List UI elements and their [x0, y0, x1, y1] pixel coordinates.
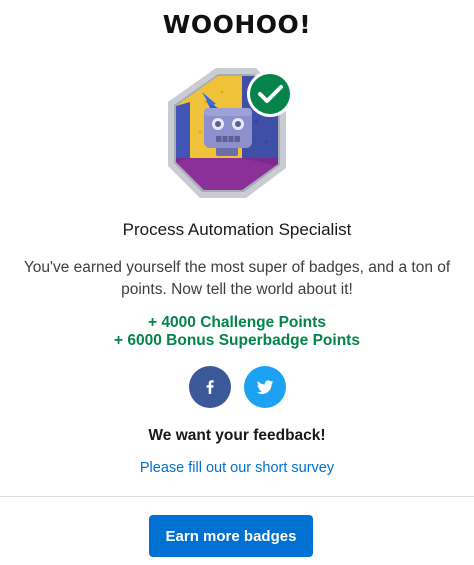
bonus-points: + 6000 Bonus Superbadge Points — [114, 332, 360, 349]
facebook-icon — [206, 380, 214, 394]
twitter-icon — [256, 380, 273, 394]
badge-name: Process Automation Specialist — [122, 220, 352, 239]
footer-divider — [0, 496, 474, 497]
badge-earned-modal: WOOHOO! Process Automation Specialist Yo… — [0, 0, 474, 565]
challenge-points: + 4000 Challenge Points — [148, 314, 326, 331]
congrats-message: You've earned yourself the most super of… — [23, 259, 451, 298]
checkmark-icon — [247, 71, 293, 117]
feedback-heading: We want your feedback! — [148, 427, 326, 444]
survey-link[interactable]: Please fill out our short survey — [0, 460, 474, 476]
points-earned: + 4000 Challenge Points + 6000 Bonus Sup… — [0, 314, 474, 350]
twitter-share-button[interactable] — [243, 366, 286, 408]
earn-more-badges-button[interactable]: Earn more badges — [149, 515, 313, 557]
facebook-share-button[interactable] — [188, 366, 231, 408]
robot-badge-icon — [168, 68, 293, 198]
modal-title: WOOHOO! — [162, 10, 312, 39]
badge-image — [166, 62, 298, 198]
share-buttons — [0, 366, 474, 408]
